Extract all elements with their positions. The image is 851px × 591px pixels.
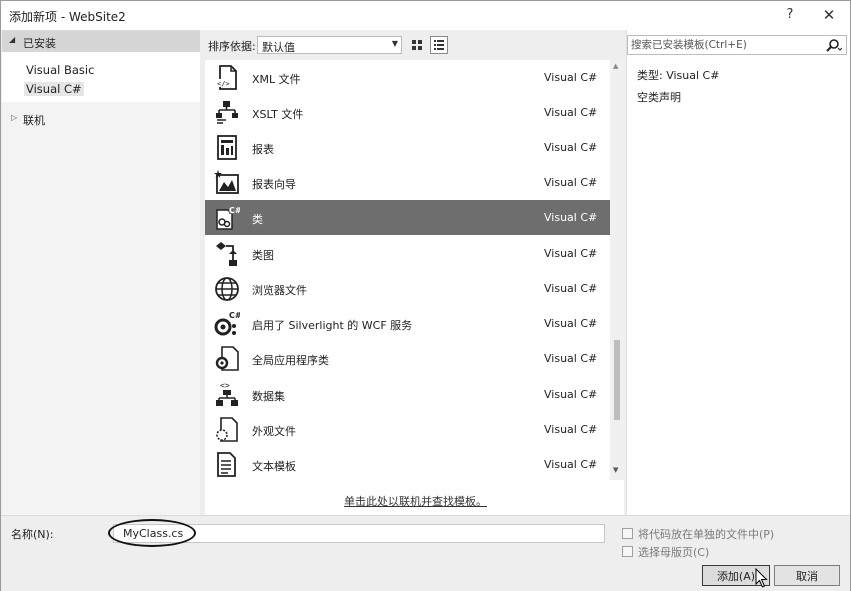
report-icon [217, 135, 237, 160]
search-icon[interactable] [824, 38, 842, 53]
scroll-up-arrow-icon[interactable]: ▲ [613, 62, 618, 70]
global-app-class-icon [215, 346, 239, 371]
template-name: 报表 [252, 143, 274, 156]
master-page-checkbox[interactable] [622, 546, 633, 557]
subcategory-visual-csharp[interactable]: Visual C# [24, 82, 84, 96]
separate-file-checkbox[interactable] [622, 528, 633, 539]
sort-dropdown[interactable]: 默认值 ▼ [257, 36, 402, 54]
master-page-label: 选择母版页(C) [638, 546, 710, 559]
scroll-down-arrow-icon[interactable]: ▼ [613, 466, 618, 474]
xslt-file-icon [216, 101, 238, 124]
template-row[interactable]: 浏览器文件 Visual C# [205, 271, 610, 306]
svg-text:</>: </> [217, 80, 230, 88]
template-info-panel: 类型: Visual C# 空类声明 [626, 30, 850, 515]
template-language: Visual C# [544, 247, 598, 260]
svg-text:C#: C# [229, 311, 240, 320]
template-list-scrollbar[interactable]: ▲ ▼ [610, 60, 624, 480]
expanded-triangle-icon: ◢ [9, 35, 16, 44]
sort-dropdown-value: 默认值 [262, 41, 295, 54]
template-description: 空类声明 [637, 91, 681, 104]
category-online[interactable]: ▷ 联机 [2, 110, 200, 130]
search-online-link[interactable]: 单击此处以联机并查找模板。 [344, 493, 487, 509]
name-field[interactable] [113, 524, 605, 543]
template-name: 浏览器文件 [252, 284, 307, 297]
template-language: Visual C# [544, 352, 598, 365]
template-row[interactable]: 类图 Visual C# [205, 236, 610, 271]
template-list: </> XML 文件 Visual C# XSLT 文件 Visual C# 报… [205, 60, 610, 490]
template-list-panel: </> XML 文件 Visual C# XSLT 文件 Visual C# 报… [205, 60, 624, 515]
template-language: Visual C# [544, 106, 598, 119]
subcategory-visual-basic[interactable]: Visual Basic [26, 63, 94, 77]
template-name: 类 [252, 213, 263, 226]
dropdown-arrow-icon: ▼ [391, 39, 398, 48]
list-view-button[interactable] [430, 36, 448, 54]
class-diagram-icon [216, 242, 237, 266]
xml-file-icon: </> [216, 65, 237, 90]
category-panel: ◢ 已安装 Visual Basic Visual C# ▷ 联机 [2, 30, 200, 515]
template-name: 报表向导 [252, 178, 296, 191]
svg-text:<>: <> [220, 381, 230, 390]
cancel-button[interactable]: 取消 [774, 565, 840, 586]
template-language: Visual C# [544, 176, 598, 189]
template-row[interactable]: 报表向导 Visual C# [205, 165, 610, 200]
search-input[interactable] [629, 37, 819, 53]
add-new-item-dialog: 添加新项 - WebSite2 ? ✕ ◢ 已安装 Visual Basic V… [0, 0, 851, 591]
template-language: Visual C# [544, 282, 598, 295]
template-row[interactable]: C# 类 Visual C# [205, 200, 610, 235]
template-language: Visual C# [544, 71, 598, 84]
scrollbar-thumb[interactable] [614, 340, 620, 420]
sort-toolbar: 排序依据: 默认值 ▼ [201, 30, 621, 60]
template-language: Visual C# [544, 211, 598, 224]
search-templates-box[interactable] [627, 35, 847, 55]
browser-file-icon [215, 277, 239, 301]
separate-file-label: 将代码放在单独的文件中(P) [638, 528, 775, 541]
skin-file-icon [216, 417, 238, 442]
title-bar: 添加新项 - WebSite2 ? ✕ [1, 1, 850, 30]
template-row[interactable]: <> 数据集 Visual C# [205, 377, 610, 412]
template-language: Visual C# [544, 388, 598, 401]
template-language: Visual C# [544, 423, 598, 436]
svg-text:C#: C# [229, 206, 240, 215]
template-name: XSLT 文件 [252, 108, 304, 121]
template-language: Visual C# [544, 141, 598, 154]
installed-subcategories: Visual Basic Visual C# [2, 52, 200, 102]
name-label: 名称(N): [11, 528, 54, 541]
mouse-cursor-icon [755, 568, 768, 588]
collapsed-triangle-icon: ▷ [11, 113, 18, 122]
category-online-label: 联机 [23, 114, 45, 127]
template-row[interactable]: 全局应用程序类 Visual C# [205, 341, 610, 376]
sort-label: 排序依据: [208, 40, 256, 53]
template-row[interactable]: C# 启用了 Silverlight 的 WCF 服务 Visual C# [205, 306, 610, 341]
category-installed-label: 已安装 [23, 37, 56, 50]
template-type-text: 类型: Visual C# [637, 69, 720, 82]
grid-view-button[interactable] [408, 36, 426, 54]
template-name: 启用了 Silverlight 的 WCF 服务 [252, 319, 413, 332]
template-name: 外观文件 [252, 425, 296, 438]
report-wizard-icon [214, 170, 239, 194]
dataset-icon: <> [216, 381, 238, 406]
template-name: 数据集 [252, 390, 285, 403]
template-row[interactable]: 文本模板 Visual C# [205, 447, 610, 482]
category-installed[interactable]: ◢ 已安装 [2, 30, 200, 52]
template-row[interactable]: XSLT 文件 Visual C# [205, 95, 610, 130]
close-button[interactable]: ✕ [816, 5, 842, 25]
template-name: XML 文件 [252, 73, 301, 86]
help-button[interactable]: ? [777, 5, 803, 25]
window-title: 添加新项 - WebSite2 [9, 10, 126, 24]
template-language: Visual C# [544, 458, 598, 471]
name-input[interactable] [123, 526, 593, 541]
text-template-icon [217, 452, 236, 477]
template-row[interactable]: 报表 Visual C# [205, 130, 610, 165]
class-file-icon: C# [216, 205, 240, 230]
wcf-service-icon: C# [214, 311, 240, 336]
template-row[interactable]: </> XML 文件 Visual C# [205, 60, 610, 95]
grid-view-icon [412, 40, 422, 50]
template-name: 类图 [252, 249, 274, 262]
list-view-icon [434, 40, 444, 50]
template-name: 文本模板 [252, 460, 296, 473]
template-row[interactable]: 外观文件 Visual C# [205, 412, 610, 447]
template-name: 全局应用程序类 [252, 354, 329, 367]
bottom-bar: 名称(N): 将代码放在单独的文件中(P) 选择母版页(C) 添加(A) 取消 [1, 515, 850, 591]
template-language: Visual C# [544, 317, 598, 330]
